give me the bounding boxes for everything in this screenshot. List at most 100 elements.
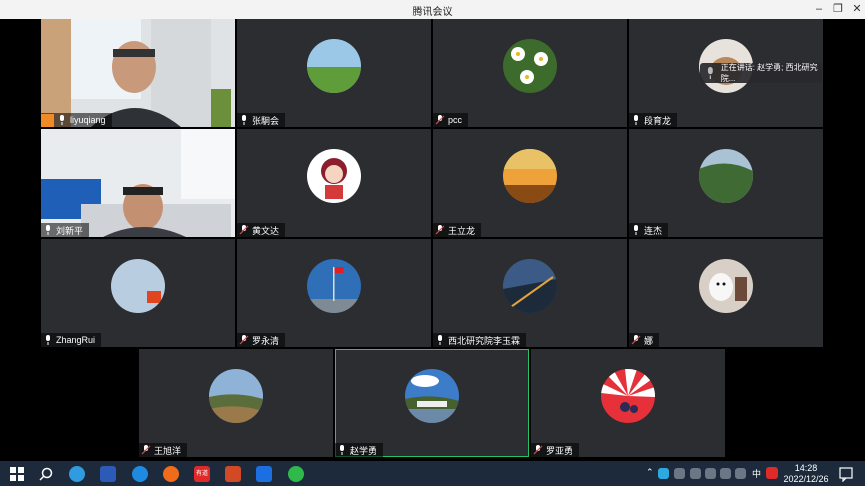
mic-muted-icon <box>141 445 151 455</box>
participant-tile[interactable]: 罗亚勇 <box>531 349 725 457</box>
sogou-icon[interactable] <box>766 467 778 479</box>
name-bar: 罗亚勇 <box>531 443 580 457</box>
battery-icon[interactable] <box>705 468 716 479</box>
participant-tile[interactable]: 娜 <box>629 239 823 347</box>
word-icon[interactable] <box>100 466 116 482</box>
wechat-icon[interactable] <box>288 466 304 482</box>
name-bar: 王立龙 <box>433 223 482 237</box>
participant-name: 张駉会 <box>252 115 280 126</box>
restore-button[interactable]: ❐ <box>831 2 845 16</box>
name-bar: ZhangRui <box>41 333 102 347</box>
mic-icon <box>634 225 638 235</box>
mic-muted-icon <box>631 335 641 345</box>
display-tray-icon[interactable] <box>690 468 701 479</box>
participant-name: 段育龙 <box>644 115 672 126</box>
avatar <box>307 39 361 93</box>
participant-tile[interactable]: ZhangRui <box>41 239 235 347</box>
mic-icon <box>340 445 344 455</box>
mic-icon <box>60 115 64 125</box>
participant-tile[interactable]: pcc <box>433 19 627 127</box>
participant-name: 黄文达 <box>252 225 280 236</box>
participant-name: 罗永清 <box>252 335 280 346</box>
chevron-up-icon[interactable]: ⌃ <box>646 467 654 478</box>
clock-date: 2022/12/26 <box>783 474 829 484</box>
avatar <box>405 369 459 423</box>
window-title: 腾讯会议 <box>412 7 453 18</box>
powerpoint-icon[interactable] <box>225 466 241 482</box>
name-bar: pcc <box>433 113 469 127</box>
host-icon <box>41 113 54 127</box>
name-bar: 王旭洋 <box>139 443 188 457</box>
participant-name: 连杰 <box>644 225 663 236</box>
avatar <box>503 149 557 203</box>
video-grid: liyuqiang 张駉会 pcc 段育龙 刘新平 黄文达 王立龙 连杰 Zha… <box>0 19 865 461</box>
participant-tile[interactable]: 张駉会 <box>237 19 431 127</box>
ime-indicator[interactable]: 中 <box>752 467 761 480</box>
camera-video <box>41 19 235 127</box>
name-bar: liyuqiang <box>41 113 112 127</box>
name-bar: 西北研究院李玉霖 <box>433 333 527 347</box>
close-button[interactable]: ✕ <box>850 2 864 16</box>
mic-icon <box>46 335 50 345</box>
volume-icon[interactable] <box>735 468 746 479</box>
participant-name: 赵学勇 <box>350 445 378 456</box>
participant-name: 王立龙 <box>448 225 476 236</box>
mic-icon <box>46 225 50 235</box>
notification-icon[interactable] <box>838 466 854 482</box>
mic-icon <box>634 115 638 125</box>
participant-tile[interactable]: 黄文达 <box>237 129 431 237</box>
mic-icon <box>242 115 246 125</box>
participant-tile[interactable]: 连杰 <box>629 129 823 237</box>
avatar <box>111 259 165 313</box>
clock-time: 14:28 <box>794 463 818 473</box>
name-bar: 连杰 <box>629 223 669 237</box>
name-bar: 娜 <box>629 333 660 347</box>
mic-muted-icon <box>239 335 249 345</box>
participant-tile[interactable]: 罗永清 <box>237 239 431 347</box>
avatar <box>503 259 557 313</box>
title-bar: 腾讯会议 – ❐ ✕ <box>0 0 865 19</box>
youdao-icon[interactable]: 有道 <box>194 466 210 482</box>
taskbar: 有道 ⌃ 中 14:28 2022/12/26 <box>0 461 865 486</box>
mic-tray-icon[interactable] <box>674 468 685 479</box>
mic-muted-icon <box>435 115 445 125</box>
participant-tile[interactable]: 王旭洋 <box>139 349 333 457</box>
firefox-icon[interactable] <box>163 466 179 482</box>
avatar <box>699 149 753 203</box>
avatar <box>209 369 263 423</box>
camera-video <box>41 129 235 237</box>
participant-tile[interactable]: 刘新平 <box>41 129 235 237</box>
participant-name: 刘新平 <box>56 225 84 236</box>
mic-muted-icon <box>239 225 249 235</box>
search-icon[interactable] <box>38 466 54 482</box>
windows-start-icon[interactable] <box>9 466 25 482</box>
participant-name: 西北研究院李玉霖 <box>448 335 521 346</box>
participant-name: 罗亚勇 <box>546 445 574 456</box>
participant-tile[interactable]: 西北研究院李玉霖 <box>433 239 627 347</box>
avatar <box>699 259 753 313</box>
avatar <box>307 259 361 313</box>
participant-tile-active-speaker[interactable]: 赵学勇 <box>335 349 529 457</box>
mic-muted-icon <box>533 445 543 455</box>
mic-muted-icon <box>435 225 445 235</box>
clock[interactable]: 14:28 2022/12/26 <box>782 463 830 485</box>
name-bar: 刘新平 <box>41 223 90 237</box>
edge-icon[interactable] <box>69 466 85 482</box>
participant-tile[interactable]: 王立龙 <box>433 129 627 237</box>
tray-app-icon[interactable] <box>658 468 669 479</box>
participant-name: 王旭洋 <box>154 445 182 456</box>
speaking-indicator: 正在讲话: 赵学勇; 西北研究院... <box>700 63 822 83</box>
participant-name: 娜 <box>644 335 654 346</box>
avatar <box>601 369 655 423</box>
speaker-mic-icon <box>707 67 713 79</box>
name-bar: 段育龙 <box>629 113 678 127</box>
network-icon[interactable] <box>720 468 731 479</box>
mic-icon <box>438 335 442 345</box>
participant-name: pcc <box>448 115 463 125</box>
tencent-meeting-icon[interactable] <box>256 466 272 482</box>
minimize-button[interactable]: – <box>812 2 826 16</box>
name-bar: 赵学勇 <box>335 443 384 457</box>
ie-icon[interactable] <box>132 466 148 482</box>
speaking-label: 正在讲话: 赵学勇; 西北研究院... <box>720 63 818 83</box>
participant-tile[interactable]: liyuqiang <box>41 19 235 127</box>
